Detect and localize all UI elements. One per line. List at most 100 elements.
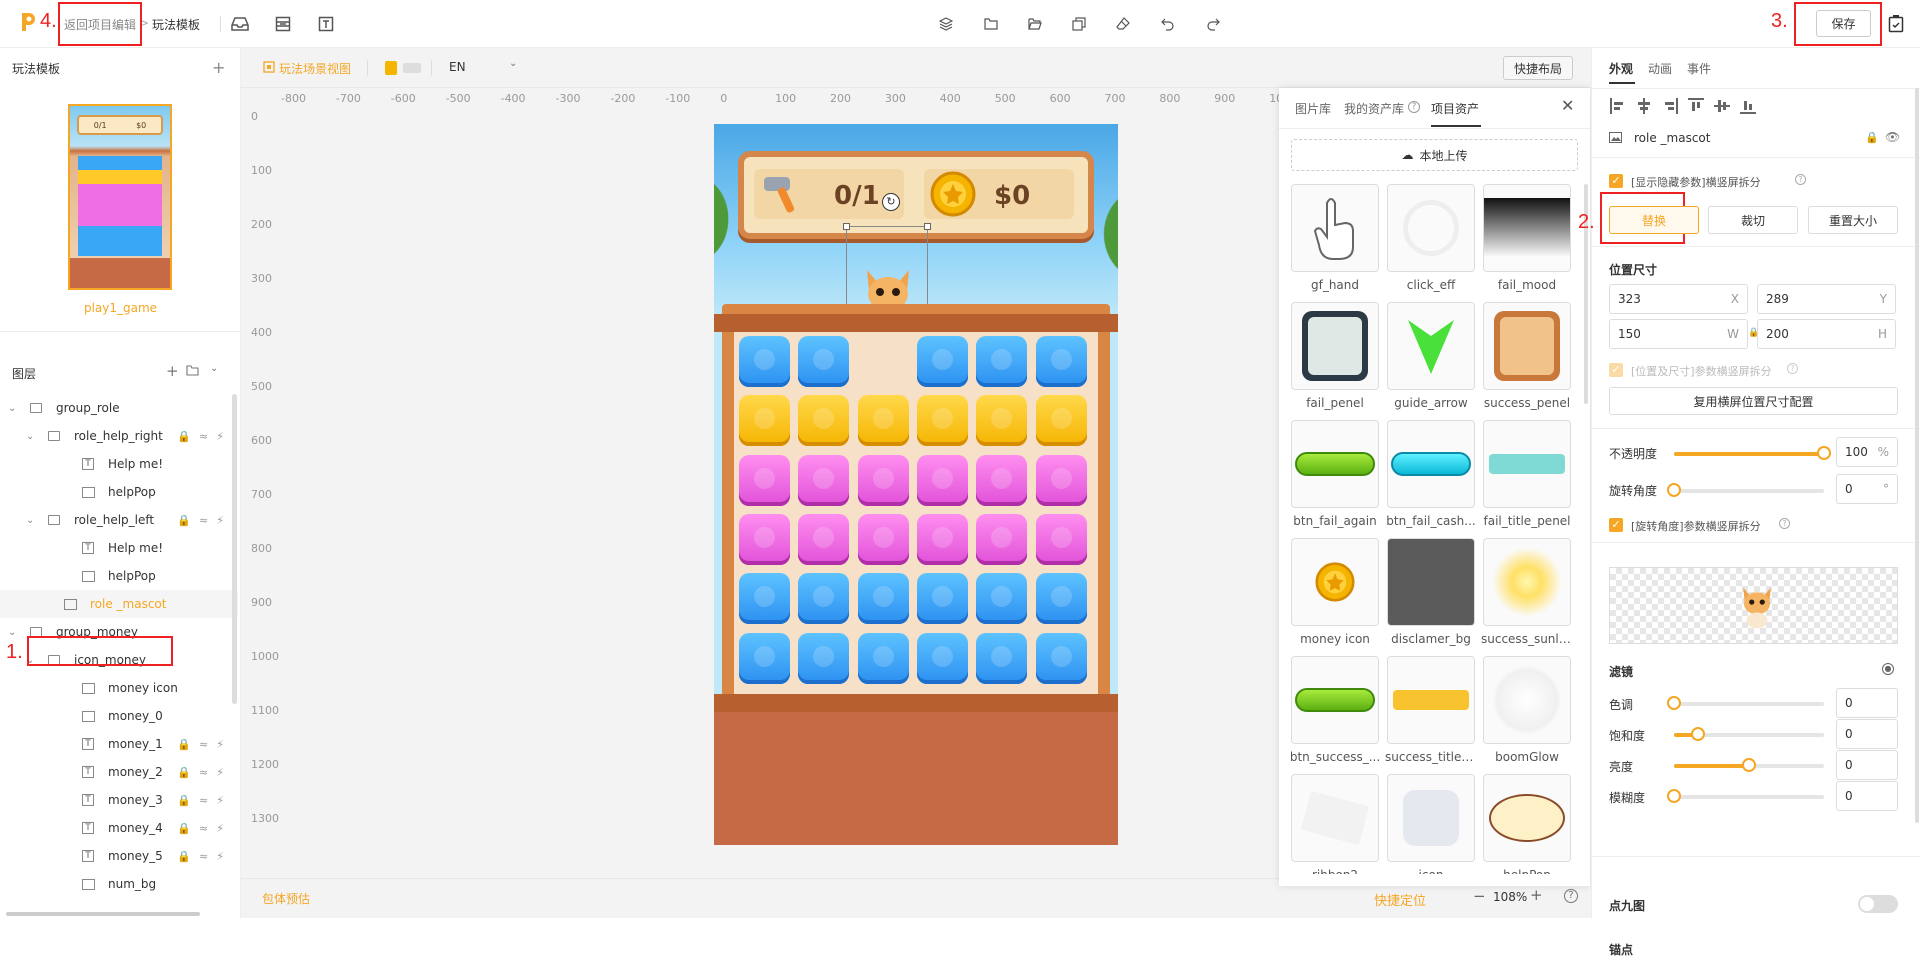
inbox-icon[interactable] bbox=[230, 14, 250, 34]
reset-size-button[interactable]: 重置大小 bbox=[1808, 206, 1898, 234]
template-thumbnail[interactable]: 0/1 $0 bbox=[68, 104, 172, 290]
align-hcenter-icon[interactable] bbox=[1636, 98, 1652, 114]
redo-icon[interactable] bbox=[1203, 14, 1223, 34]
rotation-field[interactable]: 0 ° bbox=[1836, 474, 1898, 504]
help-icon[interactable]: ? bbox=[1779, 518, 1790, 529]
asset-item[interactable]: boomGlow bbox=[1483, 656, 1571, 771]
asset-item[interactable]: disclamer_bg bbox=[1387, 538, 1475, 653]
layer-row[interactable]: Tmoney_1 🔒 ≈ ⚡ bbox=[0, 730, 238, 758]
color-swatch-secondary[interactable] bbox=[403, 63, 421, 73]
eye-hidden-icon[interactable]: ≈ bbox=[199, 850, 208, 863]
eye-icon[interactable]: 👁 bbox=[1885, 130, 1900, 144]
asset-item[interactable]: money icon bbox=[1291, 538, 1379, 653]
back-to-project-link[interactable]: 返回项目编辑 bbox=[64, 16, 136, 33]
tab-events[interactable]: 事件 bbox=[1687, 60, 1711, 77]
filter-hue-field[interactable]: 0 bbox=[1836, 688, 1898, 718]
eye-hidden-icon[interactable]: ≈ bbox=[199, 822, 208, 835]
asset-item[interactable]: success_title_... bbox=[1385, 656, 1477, 771]
align-right-icon[interactable] bbox=[1662, 98, 1678, 114]
show-hidden-checkbox[interactable]: ✓ bbox=[1609, 174, 1623, 188]
asset-item[interactable]: helpPop bbox=[1483, 774, 1571, 874]
align-vcenter-icon[interactable] bbox=[1714, 98, 1730, 114]
expand-caret-icon[interactable]: ⌄ bbox=[8, 403, 16, 414]
layers-icon[interactable] bbox=[936, 14, 956, 34]
zoom-out-button[interactable]: − bbox=[1473, 887, 1486, 905]
crop-button[interactable]: 裁切 bbox=[1708, 206, 1798, 234]
layer-row[interactable]: role _mascot bbox=[0, 590, 238, 618]
eye-hidden-icon[interactable]: ≈ bbox=[199, 738, 208, 751]
help-icon[interactable]: ? bbox=[1408, 101, 1420, 113]
event-icon[interactable]: ⚡ bbox=[216, 850, 224, 863]
layer-row[interactable]: helpPop bbox=[0, 562, 238, 590]
property-scrollbar[interactable] bbox=[1915, 88, 1919, 823]
lock-icon[interactable]: 🔒 bbox=[177, 822, 191, 835]
zoom-in-button[interactable]: + bbox=[1530, 886, 1543, 904]
lock-icon[interactable]: 🔒 bbox=[1865, 131, 1879, 144]
event-icon[interactable]: ⚡ bbox=[216, 822, 224, 835]
lock-icon[interactable]: 🔒 bbox=[177, 738, 191, 751]
lock-icon[interactable]: 🔒 bbox=[177, 514, 191, 527]
help-icon[interactable]: ? bbox=[1787, 363, 1798, 374]
layer-row[interactable]: helpPop bbox=[0, 478, 238, 506]
color-swatch-primary[interactable] bbox=[385, 61, 397, 75]
asset-item[interactable]: gf_hand bbox=[1291, 184, 1379, 299]
layer-row[interactable]: ⌄icon_mascot bbox=[0, 898, 238, 906]
eye-hidden-icon[interactable]: ≈ bbox=[199, 794, 208, 807]
asset-item[interactable]: click_eff bbox=[1387, 184, 1475, 299]
filter-blur-slider[interactable] bbox=[1667, 789, 1824, 803]
language-select[interactable]: EN bbox=[449, 60, 466, 74]
asset-item[interactable]: guide_arrow bbox=[1387, 302, 1475, 417]
x-field[interactable]: 323 X bbox=[1609, 284, 1748, 314]
filter-bright-slider[interactable] bbox=[1674, 758, 1824, 772]
h-field[interactable]: 200 H bbox=[1757, 319, 1896, 349]
lock-icon[interactable]: 🔒 bbox=[177, 850, 191, 863]
add-folder-icon[interactable] bbox=[186, 365, 199, 376]
opacity-field[interactable]: 100% bbox=[1836, 437, 1898, 467]
asset-item[interactable]: fail_penel bbox=[1291, 302, 1379, 417]
expand-caret-icon[interactable]: ⌄ bbox=[26, 431, 34, 442]
expand-caret-icon[interactable]: ⌄ bbox=[8, 627, 16, 638]
asset-item[interactable]: btn_success_... bbox=[1291, 656, 1380, 771]
text-tool-icon[interactable] bbox=[316, 14, 336, 34]
horizontal-scrollbar[interactable] bbox=[6, 912, 200, 916]
language-dropdown-icon[interactable]: ⌄ bbox=[509, 58, 517, 69]
layer-row[interactable]: num_bg bbox=[0, 870, 238, 898]
save-button[interactable]: 保存 bbox=[1816, 10, 1871, 37]
lock-icon[interactable]: 🔒 bbox=[177, 794, 191, 807]
layer-row[interactable]: T Help me! bbox=[0, 450, 238, 478]
w-field[interactable]: 150 W bbox=[1609, 319, 1748, 349]
upload-button[interactable]: ☁ 本地上传 bbox=[1291, 139, 1578, 171]
asset-item[interactable]: ribbon2 bbox=[1291, 774, 1379, 874]
scene-view-label[interactable]: 玩法场景视图 bbox=[279, 60, 351, 77]
align-top-icon[interactable] bbox=[1688, 98, 1704, 114]
expand-caret-icon[interactable]: ⌄ bbox=[26, 655, 34, 666]
asset-item[interactable]: btn_fail_cash... bbox=[1386, 420, 1476, 535]
event-icon[interactable]: ⚡ bbox=[216, 766, 224, 779]
layers-scrollbar[interactable] bbox=[232, 394, 237, 704]
layer-row[interactable]: Tmoney_4 🔒 ≈ ⚡ bbox=[0, 814, 238, 842]
expand-caret-icon[interactable]: ⌄ bbox=[26, 515, 34, 526]
folder-icon[interactable] bbox=[981, 14, 1001, 34]
close-icon[interactable]: ✕ bbox=[1561, 96, 1574, 115]
nine-patch-toggle[interactable] bbox=[1858, 895, 1898, 913]
collapse-layers-icon[interactable]: ⌄ bbox=[210, 363, 218, 374]
folder-open-icon[interactable] bbox=[1025, 14, 1045, 34]
tab-my-assets[interactable]: 我的资产库 bbox=[1344, 100, 1404, 117]
asset-item[interactable]: fail_title_penel bbox=[1483, 420, 1571, 535]
event-icon[interactable]: ⚡ bbox=[216, 794, 224, 807]
layer-row[interactable]: Tmoney_2 🔒 ≈ ⚡ bbox=[0, 758, 238, 786]
asset-item[interactable]: fail_mood bbox=[1483, 184, 1571, 299]
refresh-handle-icon[interactable]: ↻ bbox=[882, 193, 900, 211]
help-icon[interactable]: ? bbox=[1564, 889, 1578, 903]
layer-row[interactable]: Tmoney_5 🔒 ≈ ⚡ bbox=[0, 842, 238, 870]
align-bottom-icon[interactable] bbox=[1740, 98, 1756, 114]
quick-locate[interactable]: 快捷定位 bbox=[1374, 890, 1426, 909]
layer-row[interactable]: money icon bbox=[0, 674, 238, 702]
help-icon[interactable]: ? bbox=[1795, 174, 1806, 185]
align-left-icon[interactable] bbox=[1610, 98, 1626, 114]
asset-item[interactable]: icon bbox=[1387, 774, 1475, 874]
layer-row[interactable]: T Help me! bbox=[0, 534, 238, 562]
event-icon[interactable]: ⚡ bbox=[216, 514, 224, 527]
asset-item[interactable]: success_penel bbox=[1483, 302, 1571, 417]
layer-row[interactable]: money_0 bbox=[0, 702, 238, 730]
